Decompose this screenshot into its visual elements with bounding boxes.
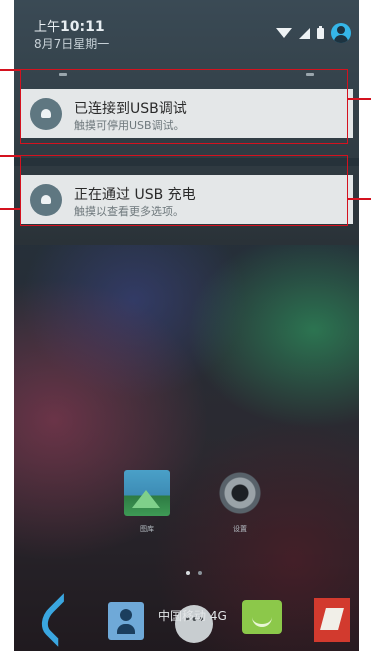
notification-title: 正在通过 USB 充电 [74,187,196,203]
browser-icon[interactable] [314,598,350,642]
notification-divider [14,158,359,166]
shade-handle-right [306,73,314,76]
status-date: 8月7日星期一 [34,37,110,51]
user-account-icon[interactable] [331,23,351,43]
shade-handle-left [59,73,67,76]
annotation-leader-left-3 [0,208,20,210]
notification-subtitle: 触摸可停用USB调试。 [74,119,185,132]
android-debug-icon [30,98,62,130]
annotation-leader-left-1 [0,69,20,71]
notification-title: 已连接到USB调试 [74,101,187,117]
page-indicator [186,571,202,575]
annotation-leader-left-2 [0,155,20,157]
android-icon [30,184,62,216]
cellular-signal-icon [299,27,310,39]
settings-gear-icon[interactable]: 设置 [217,470,263,533]
status-time: 上午10:11 [34,19,105,35]
status-icons [276,22,351,44]
wifi-icon [276,28,292,38]
app-label: 图库 [140,525,154,533]
annotation-leader-right-2 [348,198,371,200]
messaging-icon[interactable] [242,600,282,634]
contacts-icon[interactable] [108,602,144,640]
battery-icon [317,25,324,39]
notification-usb-charging[interactable]: 正在通过 USB 充电 触摸以查看更多选项。 [20,175,353,224]
app-label: 设置 [233,525,247,533]
notification-usb-debugging[interactable]: 已连接到USB调试 触摸可停用USB调试。 [20,89,353,138]
phone-icon[interactable] [34,593,88,647]
notification-shade: 上午10:11 8月7日星期一 已连接到USB调试 触摸可停用USB调试。 正在… [14,0,359,245]
notification-subtitle: 触摸以查看更多选项。 [74,205,184,218]
phone-screen: 上午10:11 8月7日星期一 已连接到USB调试 触摸可停用USB调试。 正在… [14,0,359,651]
annotation-leader-right-1 [348,98,371,100]
gallery-app-icon[interactable]: 图库 [124,470,170,533]
carrier-label: 中国移动 4G [158,609,227,623]
